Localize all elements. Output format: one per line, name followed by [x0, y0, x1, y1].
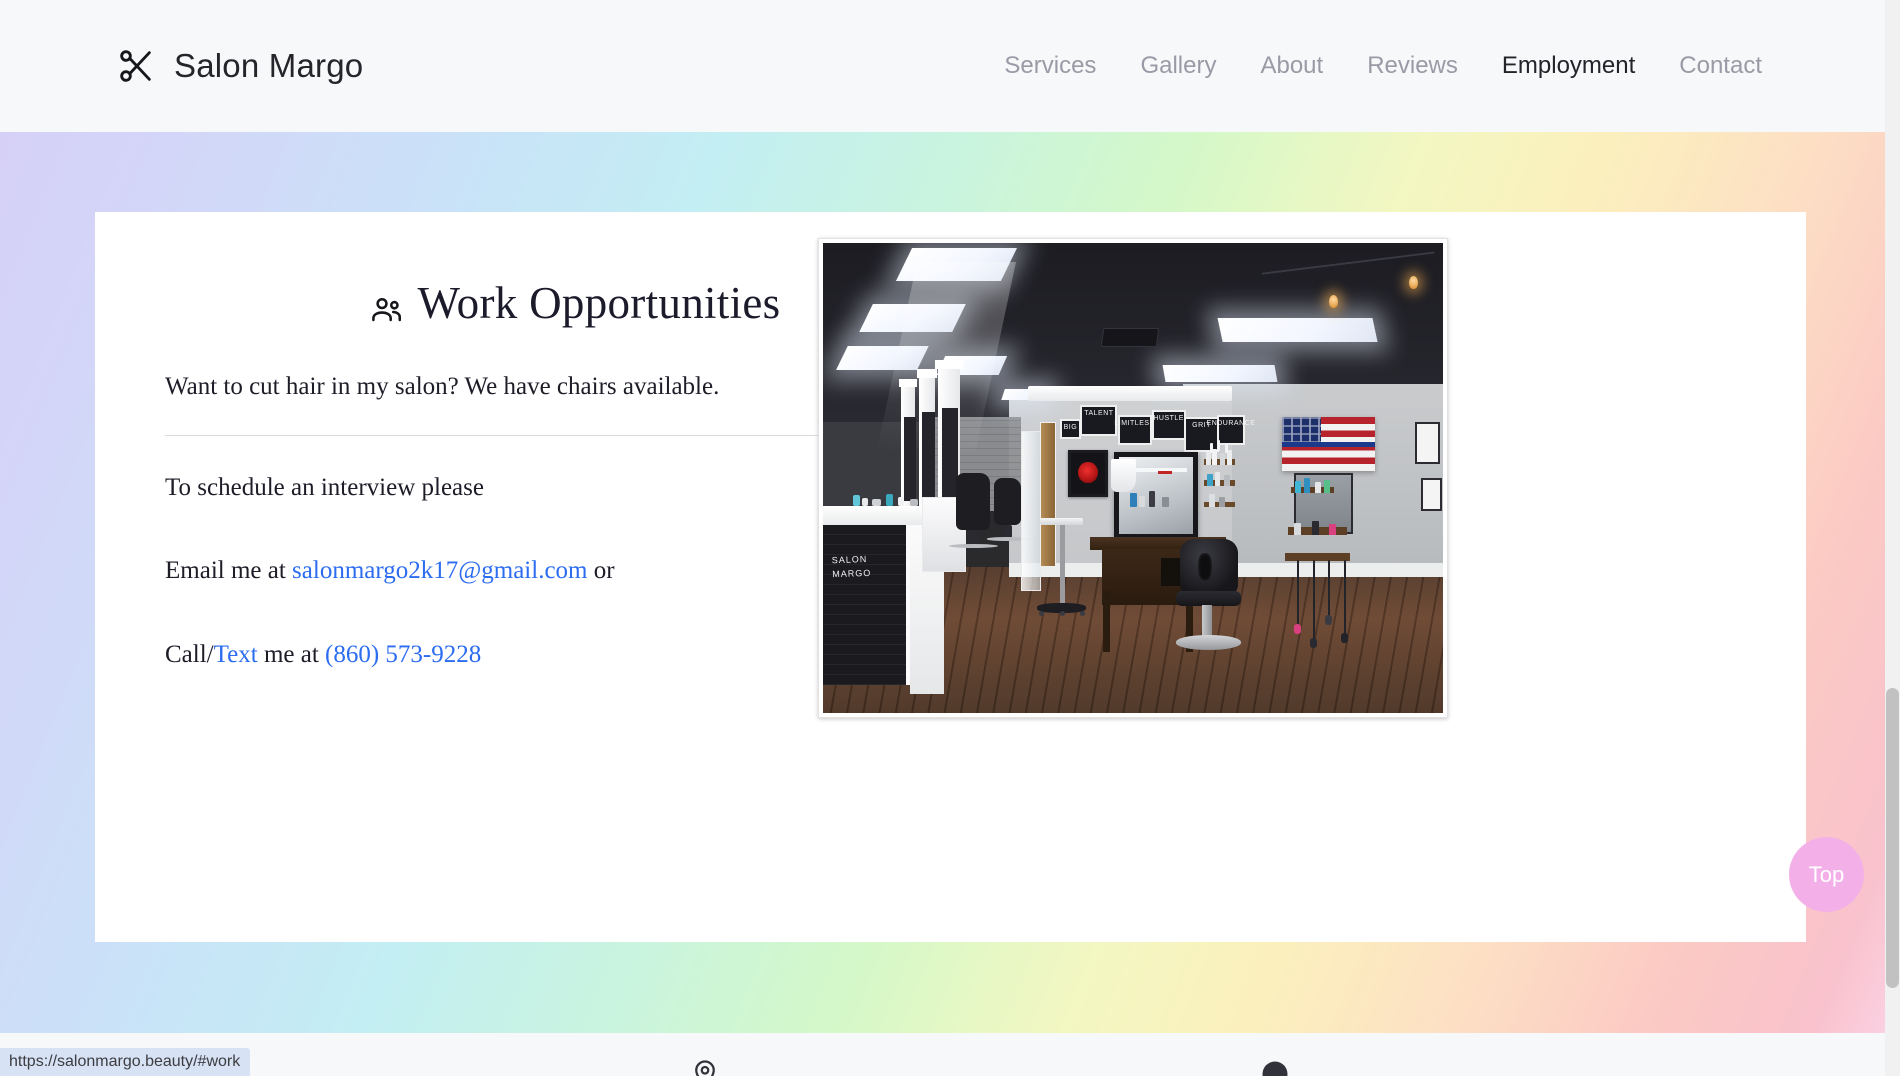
phone-number-link[interactable]: (860) 573-9228	[325, 641, 481, 668]
scroll-to-top-button[interactable]: Top	[1789, 837, 1864, 912]
nav-item-contact[interactable]: Contact	[1657, 46, 1784, 86]
next-section-peek	[0, 1033, 1900, 1076]
site-header: Salon Margo Services Gallery About Revie…	[0, 0, 1900, 132]
work-opportunities-card: Work Opportunities Want to cut hair in m…	[95, 212, 1806, 942]
nav-item-employment[interactable]: Employment	[1480, 46, 1657, 86]
brand-name: Salon Margo	[174, 47, 364, 84]
email-prefix-text: Email me at	[165, 557, 293, 584]
link-url-status-bar: https://salonmargo.beauty/#work	[0, 1048, 251, 1076]
phone-middle-text: me at	[257, 640, 326, 668]
photo-us-flag	[1281, 416, 1375, 471]
main-navigation: Services Gallery About Reviews Employmen…	[982, 46, 1784, 86]
location-pin-icon	[690, 1059, 720, 1076]
vertical-scrollbar-thumb[interactable]	[1886, 688, 1899, 988]
nav-item-services[interactable]: Services	[982, 46, 1118, 86]
call-prefix-text: Call/	[165, 640, 214, 668]
clock-icon	[1260, 1059, 1290, 1076]
text-message-link[interactable]: Text	[214, 641, 258, 668]
nav-item-reviews[interactable]: Reviews	[1345, 46, 1480, 86]
browser-viewport: Salon Margo Services Gallery About Revie…	[0, 0, 1900, 1076]
users-icon	[370, 286, 404, 322]
page-title-text: Work Opportunities	[417, 278, 781, 328]
section-divider	[165, 434, 925, 436]
photo-counter-label: SALON MARGO	[831, 554, 872, 579]
nav-item-gallery[interactable]: Gallery	[1118, 46, 1238, 86]
email-link[interactable]: salonmargo2k17@gmail.com	[292, 557, 587, 584]
scissors-icon	[116, 46, 156, 86]
email-suffix-text: or	[587, 557, 615, 584]
nav-item-about[interactable]: About	[1238, 46, 1345, 86]
brand-logo-link[interactable]: Salon Margo	[116, 46, 363, 86]
vertical-scrollbar-track[interactable]	[1885, 0, 1900, 1076]
salon-interior-photo-frame: SALON MARGO BIG TALENT LIMITLESS HUSTLE …	[818, 238, 1448, 718]
salon-interior-photo: SALON MARGO BIG TALENT LIMITLESS HUSTLE …	[823, 243, 1443, 713]
